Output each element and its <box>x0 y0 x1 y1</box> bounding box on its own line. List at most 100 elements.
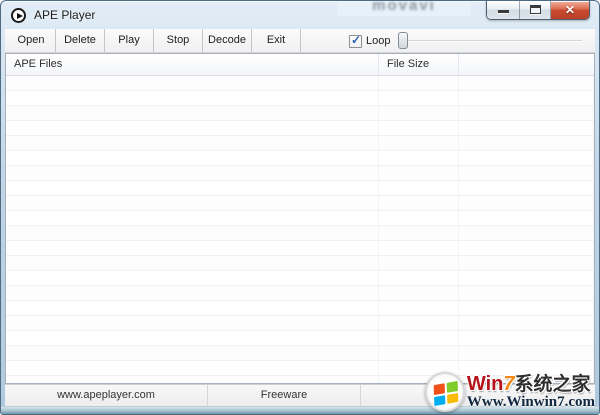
table-cell <box>379 286 459 300</box>
table-row <box>6 106 594 121</box>
table-cell <box>459 196 594 210</box>
stop-button[interactable]: Stop <box>154 29 203 52</box>
table-cell <box>379 196 459 210</box>
windows-flag-icon <box>424 372 465 412</box>
table-cell <box>379 316 459 330</box>
table-row <box>6 271 594 286</box>
watermark-brand: Win7系统之家 <box>467 374 595 394</box>
table-row <box>6 76 594 91</box>
table-cell <box>6 211 379 225</box>
table-cell <box>459 331 594 345</box>
table-cell <box>459 91 594 105</box>
loop-control: ✓ Loop <box>349 33 390 49</box>
table-row <box>6 121 594 136</box>
table-cell <box>6 286 379 300</box>
table-cell <box>6 136 379 150</box>
watermark-brand-cn: 系统之家 <box>514 374 591 395</box>
decode-button[interactable]: Decode <box>203 29 252 52</box>
column-header-empty[interactable] <box>459 54 594 75</box>
table-cell <box>459 151 594 165</box>
table-cell <box>379 301 459 315</box>
table-cell <box>6 181 379 195</box>
table-cell <box>6 226 379 240</box>
exit-button[interactable]: Exit <box>252 29 301 52</box>
table-cell <box>459 346 594 360</box>
open-button[interactable]: Open <box>7 29 56 52</box>
table-cell <box>459 136 594 150</box>
table-cell <box>379 181 459 195</box>
table-cell <box>379 271 459 285</box>
titlebar[interactable]: movavi APE Player ✕ <box>1 1 599 29</box>
checkmark-icon: ✓ <box>351 32 362 47</box>
watermark-url: Www.Winwin7.com <box>466 394 595 410</box>
flag-green-pane <box>446 380 458 393</box>
table-row <box>6 91 594 106</box>
close-icon: ✕ <box>564 3 576 17</box>
column-header-ape-files[interactable]: APE Files <box>6 54 379 75</box>
minimize-button[interactable] <box>487 1 520 19</box>
table-cell <box>6 256 379 270</box>
table-row <box>6 226 594 241</box>
table-cell <box>6 121 379 135</box>
table-cell <box>6 166 379 180</box>
delete-button[interactable]: Delete <box>56 29 105 52</box>
watermark-brand-7: 7 <box>503 373 515 395</box>
table-cell <box>6 331 379 345</box>
toolbar: Open Delete Play Stop Decode Exit ✓ Loop <box>5 29 595 53</box>
flag-yellow-pane <box>446 392 459 404</box>
statusbar-url: www.apeplayer.com <box>5 385 208 406</box>
table-cell <box>379 226 459 240</box>
table-cell <box>459 76 594 90</box>
app-window: movavi APE Player ✕ Open Delete Play Sto… <box>0 0 600 415</box>
list-body[interactable] <box>6 76 594 383</box>
table-cell <box>6 271 379 285</box>
table-row <box>6 196 594 211</box>
table-cell <box>379 151 459 165</box>
table-cell <box>6 376 379 383</box>
watermark-brand-win: Win <box>466 373 504 395</box>
flag-red-pane <box>433 383 445 395</box>
windows-flag-panes <box>433 380 459 407</box>
table-cell <box>379 136 459 150</box>
table-cell <box>379 106 459 120</box>
movavi-watermark: movavi <box>337 1 471 16</box>
table-row <box>6 301 594 316</box>
win7-watermark: Win7系统之家 Www.Winwin7.com <box>424 372 595 412</box>
maximize-button[interactable] <box>520 1 551 19</box>
table-cell <box>379 76 459 90</box>
play-circle-icon <box>11 8 26 23</box>
table-cell <box>6 316 379 330</box>
table-row <box>6 241 594 256</box>
loop-label: Loop <box>366 35 391 47</box>
table-row <box>6 286 594 301</box>
close-button[interactable]: ✕ <box>551 1 589 19</box>
table-row <box>6 181 594 196</box>
table-cell <box>6 106 379 120</box>
list-header: APE Files File Size <box>6 54 594 76</box>
position-slider-track[interactable] <box>398 32 582 49</box>
table-cell <box>459 271 594 285</box>
column-header-file-size[interactable]: File Size <box>379 54 459 75</box>
table-row <box>6 316 594 331</box>
table-cell <box>379 331 459 345</box>
table-cell <box>459 181 594 195</box>
minimize-icon <box>498 10 509 13</box>
table-row <box>6 136 594 151</box>
watermark-text-block: Win7系统之家 Www.Winwin7.com <box>467 374 595 410</box>
table-cell <box>6 91 379 105</box>
movavi-watermark-text: movavi <box>372 1 436 14</box>
table-cell <box>379 346 459 360</box>
position-slider-thumb[interactable] <box>398 32 408 49</box>
table-row <box>6 151 594 166</box>
table-cell <box>6 346 379 360</box>
table-cell <box>379 121 459 135</box>
table-cell <box>6 151 379 165</box>
play-triangle-icon <box>17 12 23 19</box>
table-cell <box>6 361 379 375</box>
play-button[interactable]: Play <box>105 29 154 52</box>
table-cell <box>379 241 459 255</box>
loop-checkbox[interactable]: ✓ <box>349 32 362 48</box>
table-cell <box>379 166 459 180</box>
maximize-icon <box>530 5 541 14</box>
window-title: APE Player <box>34 8 96 22</box>
